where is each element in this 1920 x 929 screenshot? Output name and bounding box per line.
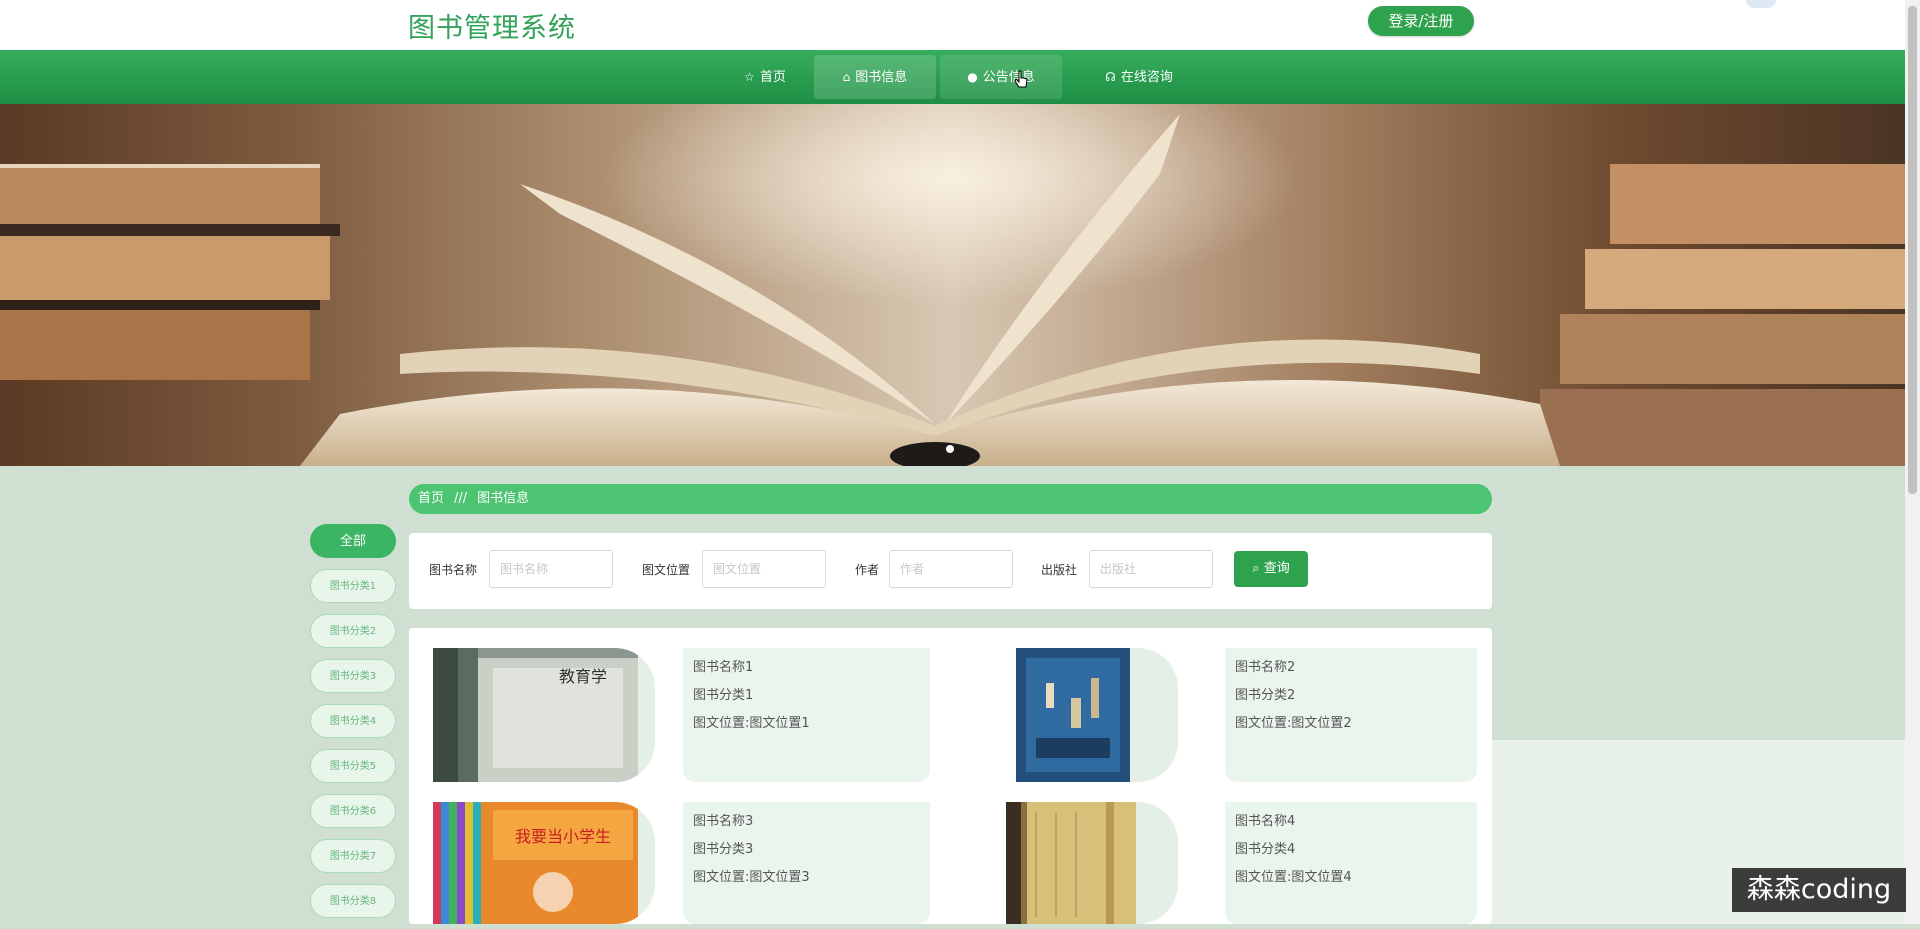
publisher-label: 出版社	[1041, 563, 1078, 577]
category-sidebar: 全部 图书分类1 图书分类2 图书分类3 图书分类4 图书分类5 图书分类6 图…	[310, 524, 396, 929]
carousel-dot	[946, 445, 954, 453]
breadcrumb: 首页 /// 图书信息	[409, 484, 1492, 514]
category-item[interactable]: 图书分类3	[310, 659, 396, 693]
book-cover-frame: 教育学	[433, 648, 655, 782]
book-location: 图文位置:图文位置2	[1235, 716, 1352, 731]
author-input[interactable]	[889, 550, 1013, 588]
breadcrumb-separator: ///	[454, 491, 468, 506]
nav-item-book-info[interactable]: ⌂ 图书信息	[814, 55, 936, 99]
book-cover-image[interactable]	[1006, 802, 1136, 924]
nav-item-consult[interactable]: ☊ 在线咨询	[1078, 55, 1200, 99]
breadcrumb-current: 图书信息	[477, 491, 530, 506]
book-cover-frame	[1006, 802, 1178, 924]
home-icon: ⌂	[842, 70, 851, 84]
category-item[interactable]: 图书分类2	[310, 614, 396, 648]
nav-item-label: 在线咨询	[1120, 70, 1173, 85]
search-panel: 图书名称 图文位置 作者 出版社 ⌕ 查询	[409, 533, 1492, 609]
publisher-input[interactable]	[1089, 550, 1213, 588]
book-name-label: 图书名称	[429, 563, 478, 577]
site-title: 图书管理系统	[408, 13, 576, 44]
book-name-input[interactable]	[489, 550, 613, 588]
search-icon: ⌕	[1252, 561, 1260, 576]
category-item[interactable]: 图书分类7	[310, 839, 396, 873]
query-button-label: 查询	[1263, 561, 1290, 576]
book-cover-image[interactable]: 教育学	[433, 648, 638, 782]
query-button[interactable]: ⌕ 查询	[1234, 551, 1308, 587]
book-info: 图书名称1 图书分类1 图文位置:图文位置1	[683, 648, 930, 782]
star-icon: ☆	[744, 70, 755, 84]
nav-item-label: 图书信息	[855, 70, 908, 85]
category-item[interactable]: 图书分类6	[310, 794, 396, 828]
book-name: 图书名称3	[693, 814, 754, 829]
nav-item-home[interactable]: ☆ 首页	[720, 55, 810, 99]
info-circle-icon: ●	[967, 70, 978, 84]
book-cover-image[interactable]	[1016, 648, 1130, 782]
category-item[interactable]: 图书分类8	[310, 884, 396, 918]
book-category: 图书分类1	[693, 688, 754, 703]
hero-banner	[0, 104, 1905, 466]
top-bar: 图书管理系统 登录/注册	[0, 0, 1905, 50]
category-all[interactable]: 全部	[310, 524, 396, 558]
breadcrumb-home[interactable]: 首页	[418, 491, 444, 506]
book-info: 图书名称2 图书分类2 图文位置:图文位置2	[1225, 648, 1477, 782]
book-cover-frame: 我要当小学生	[433, 802, 655, 924]
video-watermark: 森森coding	[1732, 868, 1906, 912]
book-cover-image[interactable]: 我要当小学生	[433, 802, 638, 924]
open-book-illustration	[0, 104, 1905, 466]
book-cover-frame	[1016, 648, 1178, 782]
category-item[interactable]: 图书分类4	[310, 704, 396, 738]
book-location: 图文位置:图文位置1	[693, 716, 810, 731]
author-label: 作者	[855, 563, 880, 577]
main-nav: ☆ 首页 ⌂ 图书信息 ● 公告信息 ☊ 在线咨询	[0, 50, 1905, 104]
book-list: 教育学 图书名称1 图书分类1 图文位置:图文位置1 图书名称2 图书分类2 图…	[409, 628, 1492, 924]
cover-title: 我要当小学生	[515, 827, 611, 846]
login-register-button[interactable]: 登录/注册	[1368, 6, 1474, 36]
book-location: 图文位置:图文位置4	[1235, 870, 1352, 885]
book-category: 图书分类2	[1235, 688, 1296, 703]
scrollbar-thumb[interactable]	[1908, 6, 1917, 494]
cover-title: 教育学	[559, 667, 607, 686]
page-scrollbar[interactable]	[1905, 0, 1920, 924]
book-name: 图书名称4	[1235, 814, 1296, 829]
corner-mark	[1746, 0, 1776, 8]
nav-item-announcements[interactable]: ● 公告信息	[940, 55, 1062, 99]
nav-item-label: 首页	[759, 70, 786, 85]
book-name: 图书名称1	[693, 660, 754, 675]
location-label: 图文位置	[642, 563, 691, 577]
book-info: 图书名称4 图书分类4 图文位置:图文位置4	[1225, 802, 1477, 924]
hand-cursor-icon	[1014, 70, 1028, 88]
location-input[interactable]	[702, 550, 826, 588]
headset-icon: ☊	[1105, 70, 1116, 84]
category-item[interactable]: 图书分类5	[310, 749, 396, 783]
category-item[interactable]: 图书分类1	[310, 569, 396, 603]
book-name: 图书名称2	[1235, 660, 1296, 675]
book-info: 图书名称3 图书分类3 图文位置:图文位置3	[683, 802, 930, 924]
book-category: 图书分类3	[693, 842, 754, 857]
book-location: 图文位置:图文位置3	[693, 870, 810, 885]
book-category: 图书分类4	[1235, 842, 1296, 857]
